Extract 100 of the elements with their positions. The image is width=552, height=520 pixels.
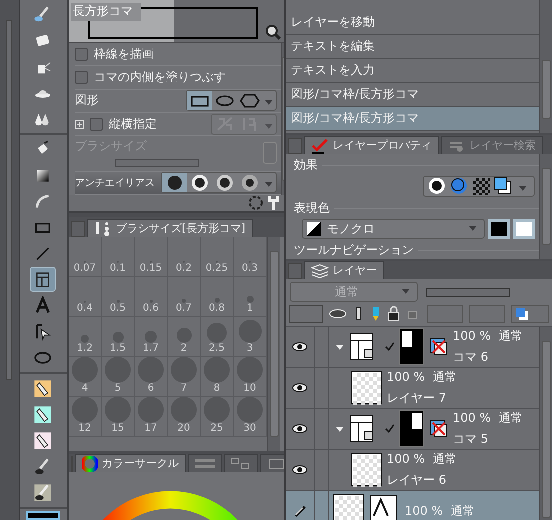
- frame-icon[interactable]: [30, 267, 56, 292]
- brush-size-option[interactable]: 6: [135, 357, 168, 397]
- brush-size-option[interactable]: 0.5: [102, 277, 135, 317]
- expand-icon[interactable]: [75, 120, 84, 129]
- brush-size-option[interactable]: 25: [201, 397, 234, 437]
- border-effect-icon: [428, 177, 446, 195]
- layer-row[interactable]: 100 % 通常 レイヤー 7: [286, 368, 539, 409]
- checkbox[interactable]: [75, 48, 88, 61]
- brush-size-option[interactable]: 0.2: [168, 237, 201, 277]
- panel-tab[interactable]: ブラシサイズ[長方形コマ]: [87, 219, 253, 237]
- eye-icon[interactable]: [292, 342, 308, 352]
- antialias-selector[interactable]: [161, 172, 277, 194]
- brush-size-option[interactable]: 15: [102, 397, 135, 437]
- brush-size-option[interactable]: 0.6: [135, 277, 168, 317]
- size-dot: [138, 357, 164, 383]
- panel-tab[interactable]: レイヤー検索: [441, 136, 543, 154]
- history-item[interactable]: 図形/コマ枠/長方形コマ: [286, 107, 539, 131]
- brush-size-option[interactable]: 1.5: [102, 317, 135, 357]
- antialias-icon: [216, 174, 234, 192]
- brush-size-option[interactable]: 2.5: [201, 317, 234, 357]
- panel-tab[interactable]: レイヤー: [304, 261, 384, 279]
- layer-name: レイヤー 7: [387, 390, 448, 407]
- layer-color-icon: [494, 177, 512, 195]
- size-dot: [207, 323, 227, 343]
- hexagon-icon: [240, 94, 260, 108]
- blend-mode-dropdown[interactable]: 通常: [290, 282, 418, 302]
- layer-name: コマ 5: [453, 431, 490, 448]
- brush-size-option[interactable]: 0.7: [168, 277, 201, 317]
- layer-thumbnail: [351, 453, 383, 487]
- layer-thumbnail: [333, 494, 365, 520]
- size-dot: [72, 357, 98, 383]
- tool-name: 長方形コマ: [71, 3, 141, 21]
- draft-pen-icon[interactable]: [371, 306, 381, 322]
- brush-size-option[interactable]: 7: [168, 357, 201, 397]
- pen-icon: [293, 504, 307, 518]
- color-swatch[interactable]: [513, 219, 535, 239]
- color-slider-tab[interactable]: [188, 454, 222, 472]
- layer-thumbnail: [351, 371, 383, 405]
- layer-mode: 100 % 通常: [405, 502, 475, 520]
- brush-size-option[interactable]: 0.25: [201, 237, 234, 277]
- eye-icon[interactable]: [292, 424, 308, 434]
- brush-size-option[interactable]: 4: [69, 357, 102, 397]
- brush-size-option[interactable]: 1.7: [135, 317, 168, 357]
- antialias-icon: [190, 174, 208, 192]
- checkbox[interactable]: [90, 118, 103, 131]
- wrench-icon[interactable]: [267, 195, 281, 211]
- size-dot: [176, 328, 192, 343]
- size-dot: [105, 357, 131, 383]
- brush-size-option[interactable]: 8: [201, 357, 234, 397]
- panel-tab[interactable]: レイヤープロパティ: [304, 136, 439, 154]
- opacity-slider[interactable]: [426, 288, 510, 296]
- eye-icon[interactable]: [292, 465, 308, 475]
- size-dot: [238, 320, 262, 343]
- effect-selector[interactable]: [423, 176, 535, 197]
- color-history-tab[interactable]: [260, 454, 284, 472]
- clip-icon[interactable]: [329, 308, 347, 320]
- brush-size-option[interactable]: 0.4: [69, 277, 102, 317]
- brush-size-option[interactable]: 10: [234, 357, 267, 397]
- brush-size-option[interactable]: 1.2: [69, 317, 102, 357]
- shape-selector[interactable]: [186, 90, 277, 112]
- check-icon: [385, 342, 395, 352]
- brush-size-option[interactable]: 2: [168, 317, 201, 357]
- collapse-icon[interactable]: [335, 343, 345, 351]
- color-set-tab[interactable]: [224, 454, 258, 472]
- main-color-swatch[interactable]: [26, 511, 60, 520]
- brush-size-option[interactable]: 0.15: [135, 237, 168, 277]
- color-swatch[interactable]: [488, 219, 510, 239]
- panel-tab[interactable]: カラーサークル: [75, 454, 186, 472]
- brush-size-option[interactable]: 0.8: [201, 277, 234, 317]
- layer-row[interactable]: 100 % 通常 コマ 6: [286, 327, 539, 368]
- checkmark-icon: [311, 138, 329, 154]
- scrollbar[interactable]: [539, 327, 552, 520]
- brush-size-option[interactable]: 0.1: [102, 237, 135, 277]
- brush-size-option[interactable]: 30: [234, 397, 267, 437]
- brush-size-option[interactable]: 3: [234, 317, 267, 357]
- collapse-icon[interactable]: [335, 425, 345, 433]
- window-icon: [267, 458, 284, 470]
- brush-size-option[interactable]: 17: [135, 397, 168, 437]
- scrollbar[interactable]: [267, 237, 280, 451]
- brush-size-option[interactable]: 0.07: [69, 237, 102, 277]
- magnifier-icon[interactable]: [265, 24, 281, 40]
- brush-size-option[interactable]: 12: [69, 397, 102, 437]
- checkbox[interactable]: [75, 70, 88, 84]
- layer-row[interactable]: 100 % 通常 レイヤー 6: [286, 450, 539, 491]
- reset-icon[interactable]: [248, 195, 264, 211]
- scrollbar[interactable]: [539, 0, 552, 133]
- size-dot: [145, 331, 157, 343]
- scrollbar[interactable]: [539, 154, 552, 259]
- size-dot: [81, 335, 89, 343]
- lock-icon[interactable]: [387, 306, 401, 322]
- layer-row[interactable]: 100 % 通常: [286, 491, 539, 520]
- expression-color-dropdown[interactable]: モノクロ: [302, 219, 485, 239]
- monochrome-icon: [307, 222, 321, 236]
- brush-size-option[interactable]: 20: [168, 397, 201, 437]
- brush-size-option[interactable]: 5: [102, 357, 135, 397]
- eye-icon[interactable]: [292, 383, 308, 393]
- option-label: アンチエイリアス: [75, 176, 155, 190]
- panel-grip[interactable]: [6, 20, 12, 380]
- layer-color-button[interactable]: [511, 305, 549, 323]
- layer-row[interactable]: 100 % 通常 コマ 5: [286, 409, 539, 450]
